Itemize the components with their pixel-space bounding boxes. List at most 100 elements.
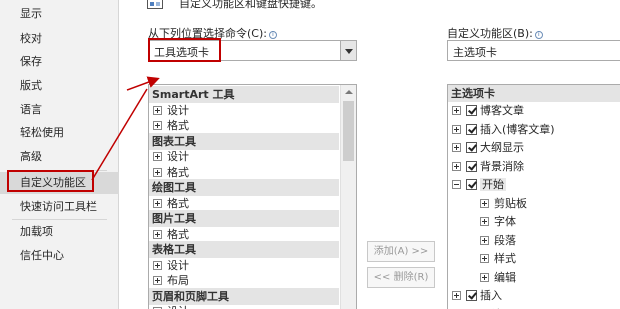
ribbon-tab-item[interactable]: 设计 — [448, 306, 502, 309]
checkbox-icon[interactable] — [466, 160, 477, 172]
expand-icon[interactable] — [153, 260, 162, 270]
info-icon: i — [268, 31, 277, 39]
ribbon-group-item[interactable]: 编辑 — [448, 269, 516, 286]
ribbon-item-label: 段落 — [494, 233, 516, 247]
nav-item-quick-access-toolbar[interactable]: 快速访问工具栏 — [0, 196, 119, 218]
command-list-item[interactable]: 格式 — [149, 117, 339, 134]
nav-divider — [12, 219, 107, 220]
expand-icon[interactable] — [480, 217, 489, 226]
checkbox-icon[interactable] — [466, 123, 477, 135]
command-group-header[interactable]: 页眉和页脚工具 — [149, 287, 339, 305]
expand-icon[interactable] — [480, 235, 489, 245]
remove-button[interactable]: << 删除(R) — [367, 267, 435, 288]
command-item-label: 布局 — [167, 274, 189, 287]
nav-item-language[interactable]: 语言 — [0, 99, 119, 121]
command-item-label: 格式 — [167, 165, 189, 179]
ribbon-list-header: 主选项卡 — [448, 85, 620, 102]
ribbon-tab-item[interactable]: 插入(博客文章) — [448, 121, 555, 138]
ribbon-tab-item[interactable]: 插入 — [448, 287, 502, 304]
command-group-label: SmartArt 工具 — [152, 88, 235, 101]
ribbon-item-label: 编辑 — [494, 270, 516, 284]
expand-icon[interactable] — [452, 161, 461, 171]
command-list-item[interactable]: 设计 — [149, 148, 339, 165]
expand-icon[interactable] — [452, 291, 461, 300]
checkbox-icon[interactable] — [466, 142, 477, 153]
ribbon-tab-item[interactable]: 背景消除 — [448, 158, 524, 175]
commands-list-scrollbar[interactable] — [340, 85, 356, 309]
expand-icon[interactable] — [452, 124, 461, 134]
info-icon: i — [534, 31, 543, 39]
command-item-label: 格式 — [167, 196, 189, 210]
ribbon-group-item[interactable]: 剪贴板 — [448, 195, 527, 212]
scroll-thumb[interactable] — [343, 101, 354, 161]
command-group-header[interactable]: 绘图工具 — [149, 179, 339, 196]
header-description: 自定义功能区和键盘快捷键。 — [179, 0, 322, 10]
command-group-header[interactable]: 图表工具 — [149, 132, 339, 150]
ribbon-tabs-list[interactable]: 主选项卡 博客文章插入(博客文章) 大纲显示背景消除开始剪贴板字体段落样式编辑插入… — [447, 84, 620, 309]
expand-icon[interactable] — [153, 152, 162, 161]
command-list-item[interactable]: 设计 — [149, 257, 339, 274]
command-group-label: 图片工具 — [152, 212, 196, 225]
expand-icon[interactable] — [153, 276, 162, 285]
command-item-label: 格式 — [167, 227, 189, 241]
expand-icon[interactable] — [153, 198, 162, 208]
ribbon-group-item[interactable]: 字体 — [448, 213, 516, 230]
command-item-label: 设计 — [167, 305, 189, 309]
nav-divider — [12, 170, 107, 171]
nav-item-proofing[interactable]: 校对 — [0, 28, 119, 50]
command-group-header[interactable]: SmartArt 工具 — [149, 86, 339, 103]
command-group-header[interactable]: 表格工具 — [149, 241, 339, 258]
ribbon-tab-item[interactable]: 开始 — [448, 176, 506, 193]
command-item-label: 设计 — [167, 103, 189, 117]
expand-icon[interactable] — [480, 254, 489, 263]
add-button[interactable]: 添加(A) >> — [367, 241, 435, 262]
customize-ribbon-label-text: 自定义功能区(B): — [447, 27, 533, 40]
command-group-label: 表格工具 — [152, 243, 196, 256]
dropdown-arrow-icon[interactable] — [340, 41, 356, 60]
command-list-item[interactable]: 格式 — [149, 226, 339, 243]
customize-ribbon-dropdown[interactable]: 主选项卡 — [447, 40, 620, 61]
expand-icon[interactable] — [452, 106, 461, 115]
expand-icon[interactable] — [153, 105, 162, 115]
ribbon-item-label: 字体 — [494, 215, 516, 228]
ribbon-group-item[interactable]: 样式 — [448, 250, 516, 267]
ribbon-tab-item[interactable]: 博客文章 — [448, 102, 524, 119]
command-list-item[interactable]: 设计 — [149, 303, 339, 309]
command-group-label: 图表工具 — [152, 134, 196, 148]
command-item-label: 设计 — [167, 258, 189, 272]
command-list-item[interactable]: 布局 — [149, 272, 339, 289]
commands-list[interactable]: SmartArt 工具 设计 格式 图表工具 设计 格式 绘图工具 格式 图片工具 格式 表格工具设… — [148, 84, 357, 309]
ribbon-item-label: 开始 — [480, 178, 506, 191]
ribbon-item-label: 插入(博客文章) — [480, 122, 555, 136]
options-nav: 显示 校对 保存 版式 语言 轻松使用 高级 自定义功能区 快速访问工具栏 加载… — [0, 0, 119, 309]
checkbox-icon[interactable] — [466, 179, 477, 190]
nav-item-display[interactable]: 显示 — [0, 3, 119, 25]
nav-item-advanced[interactable]: 高级 — [0, 146, 119, 168]
nav-item-layout[interactable]: 版式 — [0, 75, 119, 97]
expand-icon[interactable] — [153, 121, 162, 130]
scroll-up-arrow-icon[interactable] — [345, 90, 353, 94]
expand-icon[interactable] — [153, 167, 162, 177]
command-list-item[interactable]: 格式 — [149, 195, 339, 212]
expand-icon[interactable] — [153, 229, 162, 239]
nav-item-trust-center[interactable]: 信任中心 — [0, 245, 119, 267]
command-list-item[interactable]: 格式 — [149, 164, 339, 181]
expand-icon[interactable] — [452, 180, 461, 189]
ribbon-group-item[interactable]: 段落 — [448, 232, 516, 249]
ribbon-tab-item[interactable]: 大纲显示 — [448, 139, 524, 156]
nav-item-save[interactable]: 保存 — [0, 51, 119, 73]
ribbon-item-label: 背景消除 — [480, 159, 524, 173]
checkbox-icon[interactable] — [466, 290, 477, 301]
command-group-header[interactable]: 图片工具 — [149, 210, 339, 227]
command-list-item[interactable]: 设计 — [149, 102, 339, 119]
checkbox-icon[interactable] — [466, 105, 477, 116]
command-item-label: 格式 — [167, 119, 189, 132]
expand-icon[interactable] — [480, 198, 489, 208]
expand-icon[interactable] — [452, 143, 461, 152]
customize-ribbon-label: 自定义功能区(B): i — [447, 25, 543, 41]
nav-item-add-ins[interactable]: 加载项 — [0, 221, 119, 243]
ribbon-item-label: 剪贴板 — [494, 196, 527, 210]
nav-item-ease-of-access[interactable]: 轻松使用 — [0, 122, 119, 144]
nav-item-customize-ribbon[interactable]: 自定义功能区 — [0, 172, 119, 194]
expand-icon[interactable] — [480, 272, 489, 282]
